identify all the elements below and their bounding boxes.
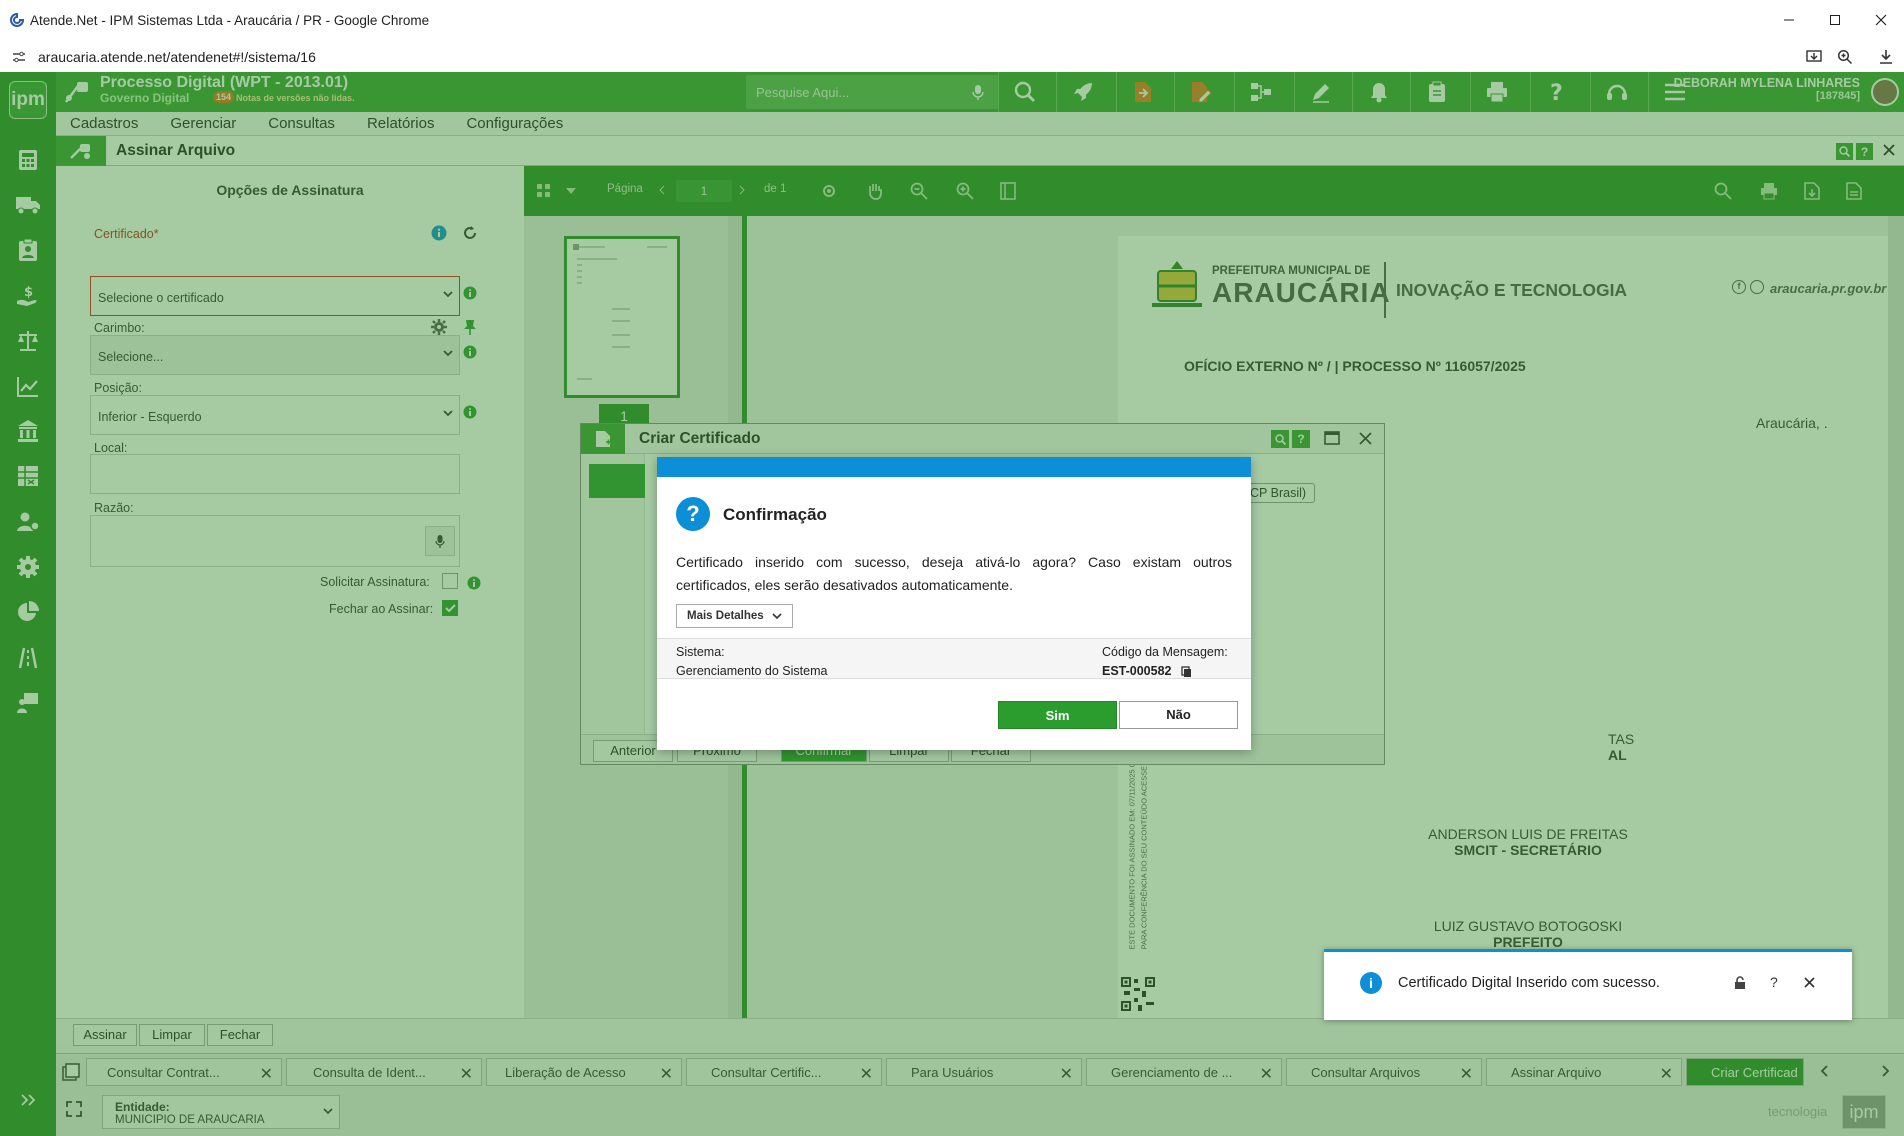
install-app-icon[interactable]	[1806, 49, 1822, 65]
chevron-down-icon	[772, 612, 782, 619]
browser-title-bar: Atende.Net - IPM Sistemas Ltda - Araucár…	[0, 0, 1904, 40]
toast-close-icon[interactable]	[1804, 977, 1815, 988]
dialog-title: Confirmação	[723, 505, 827, 524]
site-settings-icon[interactable]	[12, 50, 26, 64]
more-details-label: Mais Detalhes	[687, 610, 764, 622]
dialog-info-panel: Sistema: Gerenciamento do Sistema Código …	[657, 638, 1251, 679]
sistema-value: Gerenciamento do Sistema	[676, 664, 828, 678]
info-icon: i	[1360, 972, 1382, 994]
nao-button[interactable]: Não	[1119, 701, 1238, 729]
confirmation-dialog: ? Confirmação Certificado inserido com s…	[657, 457, 1251, 750]
minimize-button[interactable]	[1766, 0, 1812, 40]
download-icon[interactable]	[1878, 49, 1894, 65]
maximize-button[interactable]	[1812, 0, 1858, 40]
sistema-label: Sistema:	[676, 645, 725, 659]
dialog-top-bar	[657, 457, 1251, 477]
unlock-icon[interactable]	[1734, 976, 1746, 990]
codigo-label: Código da Mensagem:	[1102, 645, 1228, 659]
app-favicon-icon	[10, 13, 24, 27]
toast-help-icon[interactable]: ?	[1770, 974, 1778, 990]
browser-window-title: Atende.Net - IPM Sistemas Ltda - Araucár…	[30, 12, 430, 28]
close-window-button[interactable]	[1858, 0, 1904, 40]
codigo-value: EST-000582	[1102, 664, 1172, 678]
copy-icon[interactable]	[1180, 665, 1192, 678]
zoom-icon[interactable]	[1837, 49, 1853, 65]
question-icon: ?	[676, 497, 710, 531]
more-details-button[interactable]: Mais Detalhes	[676, 604, 793, 628]
address-bar: araucaria.atende.net/atendenet#!/sistema…	[0, 40, 1904, 74]
success-toast: i Certificado Digital Inserido com suces…	[1324, 949, 1852, 1020]
dialog-message: Certificado inserido com sucesso, deseja…	[676, 554, 1232, 593]
toast-message: Certificado Digital Inserido com sucesso…	[1398, 975, 1660, 991]
sim-button[interactable]: Sim	[998, 701, 1117, 729]
url-field[interactable]: araucaria.atende.net/atendenet#!/sistema…	[38, 49, 316, 65]
